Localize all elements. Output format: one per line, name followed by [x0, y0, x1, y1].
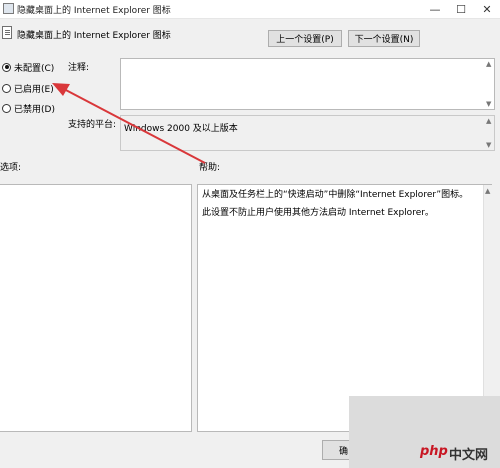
- annotation-arrow: [52, 83, 206, 164]
